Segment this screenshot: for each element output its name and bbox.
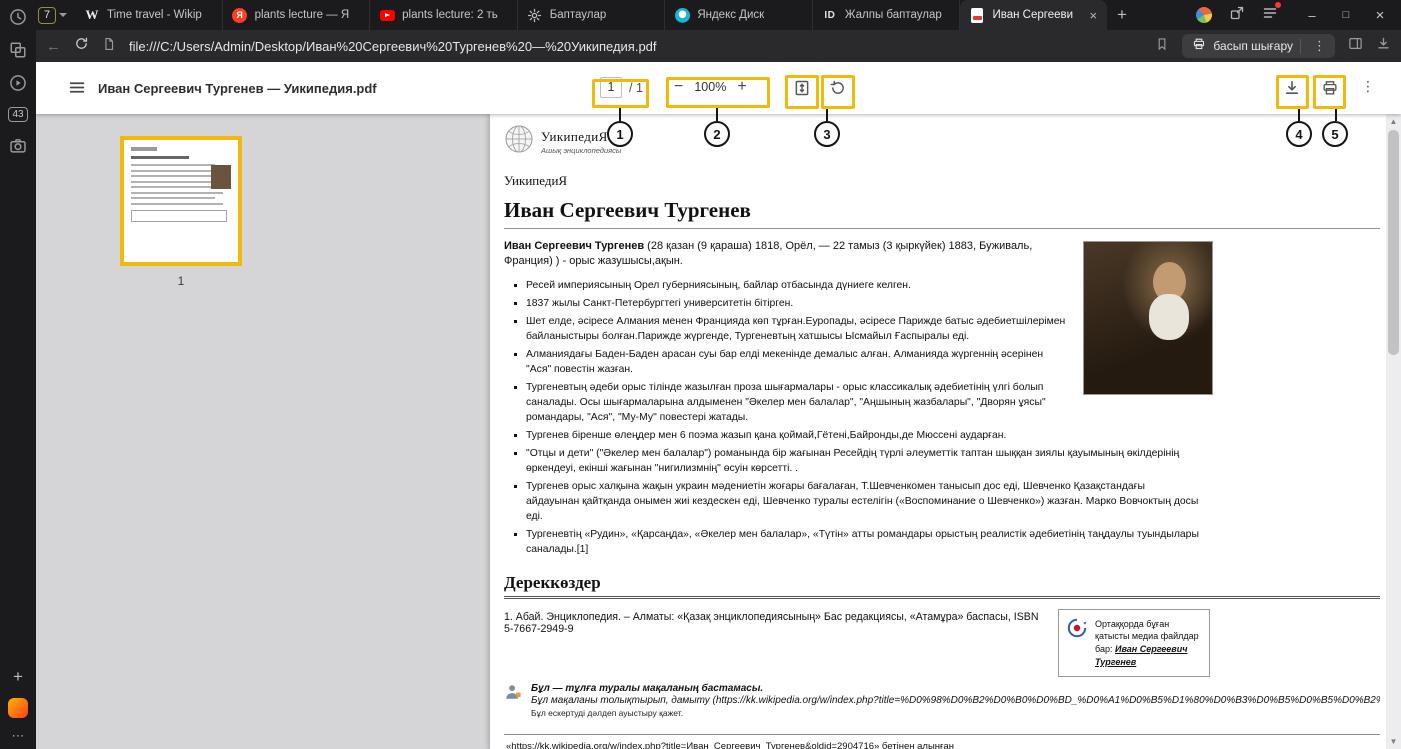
thumbnail-portrait-block: [211, 165, 231, 189]
commons-media-box: Ортаққорда бұған қатысты медиа файлдар б…: [1058, 609, 1210, 677]
thumbnail-panel: 1: [120, 136, 242, 288]
annotation-marker-5: 5: [1322, 121, 1348, 147]
wikipedia-header: УикипедиЯ Ашық энциклопедиясы: [504, 124, 1380, 159]
tab-plants-lecture-ya[interactable]: Я plants lecture — Я: [223, 0, 371, 30]
side-panel-icon[interactable]: [1348, 36, 1363, 56]
yandex-favicon: Я: [232, 8, 247, 23]
tab-turgenev-pdf-active[interactable]: Иван Сергееви ×: [960, 0, 1107, 30]
share-icon[interactable]: [1229, 5, 1245, 26]
wikipedia-favicon: W: [84, 7, 100, 23]
document-title: Иван Сергеевич Тургенев — Уикипедия.pdf: [98, 81, 377, 96]
turgenev-portrait-image: [1083, 241, 1213, 395]
print-options-icon[interactable]: ⋮: [1308, 38, 1331, 54]
references-heading: Дереккөздер: [504, 573, 1380, 599]
article-title: Иван Сергеевич Тургенев: [504, 198, 1380, 229]
gear-icon: [527, 7, 543, 23]
new-tab-button[interactable]: +: [1107, 5, 1137, 25]
tab-counter-button[interactable]: 7: [36, 7, 67, 24]
chevron-down-icon: [59, 13, 67, 17]
stub-notice: Бұл — тұлға туралы мақаланың бастамасы. …: [504, 683, 1380, 718]
pdf-page: УикипедиЯ Ашық энциклопедиясы УикипедиЯ …: [490, 114, 1386, 749]
page-thumbnail[interactable]: [120, 136, 242, 266]
tab-general-settings[interactable]: ID Жалпы баптаулар: [813, 0, 961, 30]
commons-logo-icon: [1067, 618, 1087, 668]
scrollbar-thumb[interactable]: [1388, 130, 1399, 355]
article-intro: Иван Сергеевич Тургенев (28 қазан (9 қар…: [504, 239, 1380, 270]
tab-settings[interactable]: Баптаулар: [518, 0, 666, 30]
wikipedia-globe-logo: [504, 124, 534, 159]
annotation-marker-2: 2: [704, 121, 730, 147]
list-item: Тургенев біренше өлеңдер мен 6 поэма жаз…: [526, 429, 1200, 444]
id-favicon: ID: [822, 7, 838, 23]
notification-dot: [1275, 2, 1281, 8]
pdf-viewer-area: 1 УикипедиЯ Ашық энциклопедиясы Уикипеди…: [36, 114, 1401, 749]
tab-time-travel[interactable]: W Time travel - Wikip: [75, 0, 223, 30]
printer-icon: [1192, 37, 1206, 56]
stub-line-1: Бұл — тұлға туралы мақаланың бастамасы.: [531, 683, 1380, 694]
tab-strip: 7 W Time travel - Wikip Я plants lecture…: [36, 0, 1401, 30]
retrieved-from-line: «https://kk.wikipedia.org/w/index.php?ti…: [504, 734, 1380, 749]
vertical-scrollbar[interactable]: ▲ ▼: [1386, 114, 1401, 749]
screenshot-icon[interactable]: [9, 137, 27, 155]
add-panel-button[interactable]: +: [13, 669, 23, 685]
tabs-container: W Time travel - Wikip Я plants lecture —…: [75, 0, 1107, 30]
address-bar: ← file:///C:/Users/Admin/Desktop/Иван%20…: [36, 30, 1401, 62]
url-text[interactable]: file:///C:/Users/Admin/Desktop/Иван%20Се…: [129, 39, 1142, 54]
annotation-marker-1: 1: [607, 121, 633, 147]
annotation-box-zoom: [666, 77, 770, 108]
close-tab-icon[interactable]: ×: [1088, 9, 1098, 22]
more-options-icon[interactable]: ⋮: [1358, 78, 1378, 95]
tabbar-right-controls: – □ ×: [1196, 5, 1401, 26]
minimize-button[interactable]: –: [1295, 8, 1329, 23]
pdf-favicon: [971, 8, 983, 23]
rail-more-icon[interactable]: ⋯: [12, 731, 25, 741]
history-icon[interactable]: [9, 8, 27, 26]
article-fact-list: Ресей империясының Орел губерниясының, б…: [526, 279, 1380, 558]
menu-icon[interactable]: [68, 79, 85, 101]
list-item: Тургенев орыс халқына жақын украин мәден…: [526, 480, 1200, 524]
annotation-marker-4: 4: [1286, 121, 1312, 147]
back-button[interactable]: ←: [46, 38, 61, 55]
bookmark-icon[interactable]: [1155, 37, 1169, 56]
annotation-box-fit: [785, 75, 819, 109]
stub-line-2: Бұл мақаланы толықтырып, дамыту (https:/…: [531, 695, 1380, 706]
browser-window: 43 + ⋯ 7 W Time travel - Wikip Я plants …: [0, 0, 1401, 749]
reference-item: 1. Абай. Энциклопедия. – Алматы: «Қазақ …: [504, 611, 1380, 635]
list-item: "Отцы и дети" ("Әкелер мен балалар") ром…: [526, 447, 1200, 477]
tab-count: 7: [38, 7, 56, 24]
person-stub-icon: [504, 683, 522, 706]
scroll-down-arrow[interactable]: ▼: [1386, 734, 1401, 749]
stub-line-3: Бұл ескертуді дәлдеп ауыстыру қажет.: [531, 708, 1380, 718]
file-icon[interactable]: [102, 37, 116, 56]
browser-left-rail: 43 + ⋯: [0, 0, 36, 749]
print-button[interactable]: басып шығару ⋮: [1182, 34, 1335, 58]
annotation-box-page-indicator: [592, 79, 649, 108]
youtube-favicon: [380, 10, 395, 21]
downloads-icon[interactable]: [1376, 36, 1391, 56]
annotation-box-rotate: [821, 75, 855, 109]
extension-badge-43[interactable]: 43: [8, 107, 27, 122]
video-play-icon[interactable]: [9, 74, 27, 92]
annotation-marker-3: 3: [814, 121, 840, 147]
thumbnail-page-number: 1: [120, 274, 242, 288]
annotation-box-download: [1276, 75, 1309, 109]
maximize-button[interactable]: □: [1329, 9, 1363, 21]
wikipedia-tagline: Ашық энциклопедиясы: [541, 146, 621, 155]
site-name-text: УикипедиЯ: [504, 173, 1380, 189]
workspaces-icon[interactable]: [9, 41, 27, 59]
scroll-up-arrow[interactable]: ▲: [1386, 114, 1401, 129]
annotation-box-print: [1313, 75, 1346, 109]
notifications-list-icon[interactable]: [1262, 5, 1278, 26]
list-item: Тургеневтің «Рудин», «Қарсаңда», «Әкелер…: [526, 528, 1200, 558]
tab-yandex-disk[interactable]: Яндекс Диск: [665, 0, 813, 30]
refresh-button[interactable]: [74, 36, 89, 56]
close-window-button[interactable]: ×: [1363, 7, 1397, 24]
messenger-icon[interactable]: [8, 698, 28, 718]
yandex-disk-favicon: [675, 8, 690, 23]
tab-plants-lecture-youtube[interactable]: plants lecture: 2 ть: [370, 0, 518, 30]
profile-avatar[interactable]: [1196, 7, 1212, 23]
